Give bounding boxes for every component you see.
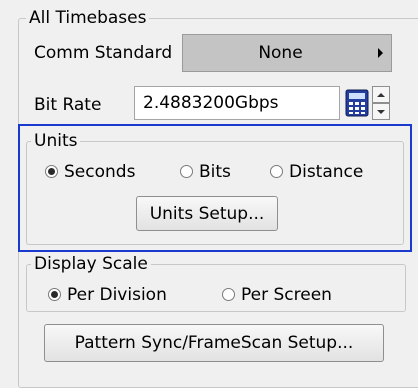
units-option-label: Bits <box>199 162 231 182</box>
radio-unchecked-icon <box>180 165 193 178</box>
bit-rate-value: 2.4883200Gbps <box>143 93 279 113</box>
bit-rate-increment-button[interactable] <box>372 86 390 103</box>
comm-standard-value: None <box>258 43 303 63</box>
caret-right-icon <box>378 48 383 58</box>
units-option-bits[interactable]: Bits <box>180 161 231 183</box>
calculator-icon[interactable] <box>344 89 370 117</box>
bit-rate-decrement-button[interactable] <box>372 103 390 120</box>
spin-down-icon <box>377 109 385 114</box>
bit-rate-input[interactable]: 2.4883200Gbps <box>134 86 340 120</box>
comm-standard-dropdown[interactable]: None <box>182 34 392 72</box>
bit-rate-label: Bit Rate <box>34 95 102 115</box>
comm-standard-label: Comm Standard <box>34 43 173 63</box>
units-option-label: Distance <box>289 162 364 182</box>
all-timebases-title: All Timebases <box>26 8 150 28</box>
display-scale-option-label: Per Screen <box>241 285 332 305</box>
units-option-distance[interactable]: Distance <box>270 161 363 183</box>
radio-checked-icon <box>45 165 58 178</box>
spin-up-icon <box>377 92 385 97</box>
display-scale-title: Display Scale <box>31 254 151 274</box>
display-scale-option-label: Per Division <box>67 285 167 305</box>
display-scale-option-per-screen[interactable]: Per Screen <box>222 284 332 306</box>
pattern-sync-setup-button[interactable]: Pattern Sync/FrameScan Setup... <box>44 324 384 362</box>
units-title: Units <box>31 131 81 151</box>
display-scale-option-per-division[interactable]: Per Division <box>48 284 167 306</box>
radio-unchecked-icon <box>270 165 283 178</box>
units-setup-button[interactable]: Units Setup... <box>136 196 278 231</box>
units-option-label: Seconds <box>64 162 136 182</box>
radio-unchecked-icon <box>222 288 235 301</box>
radio-checked-icon <box>48 288 61 301</box>
units-option-seconds[interactable]: Seconds <box>45 161 135 183</box>
